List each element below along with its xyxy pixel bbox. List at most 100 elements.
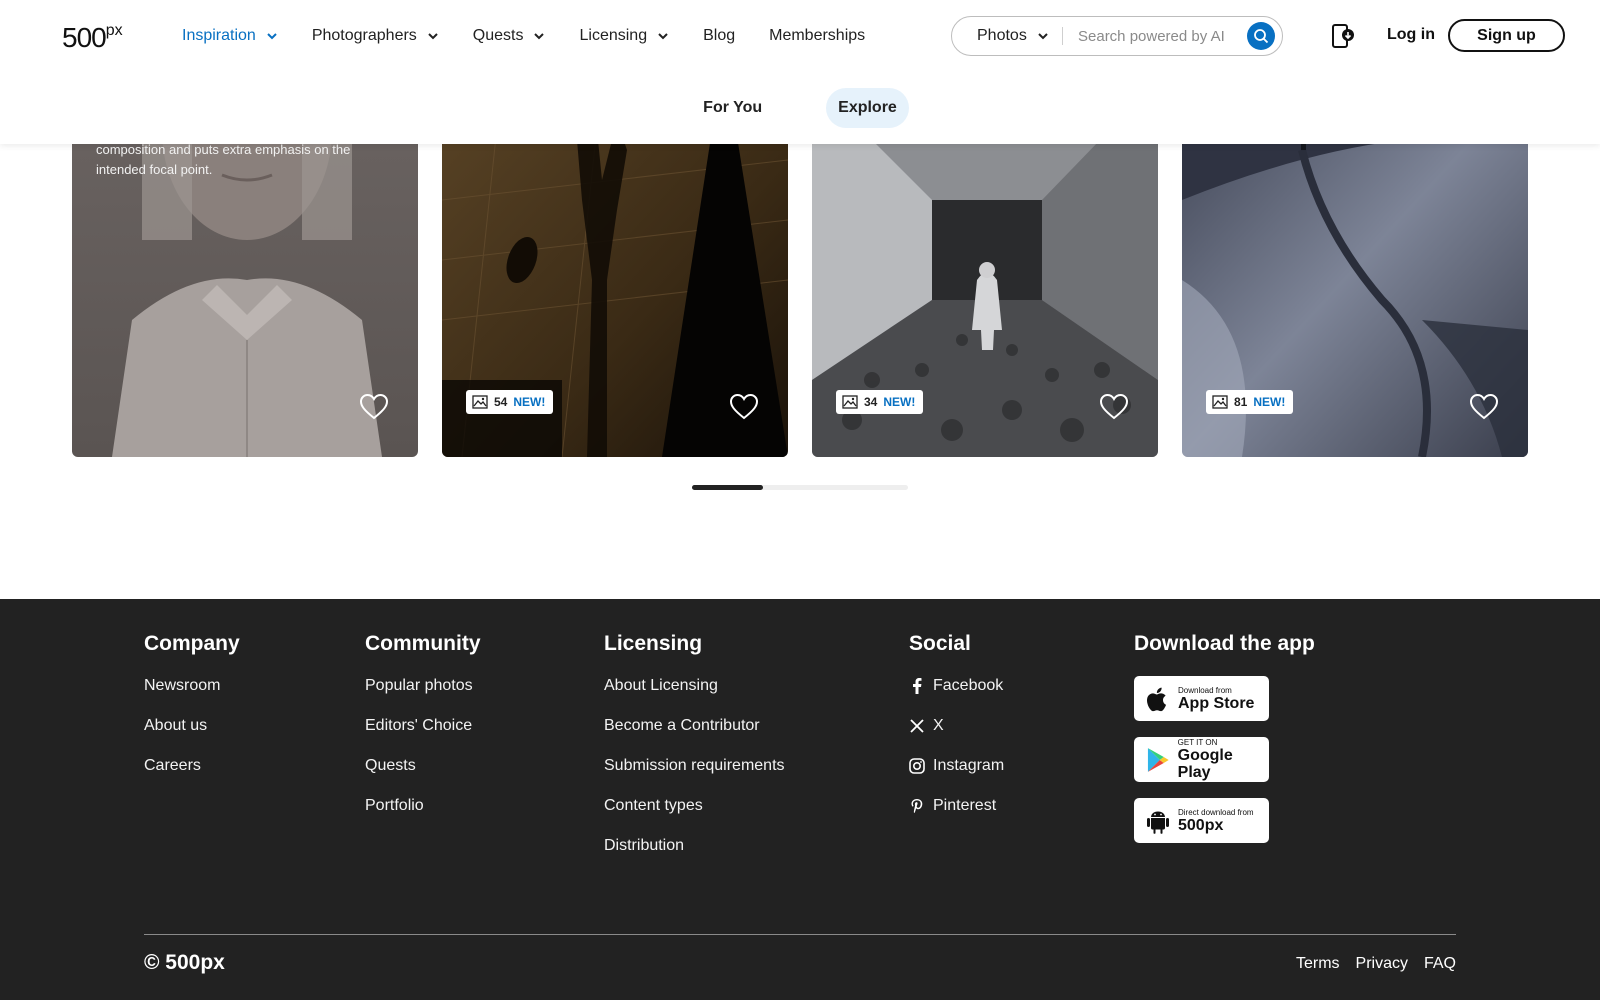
footer-social: Social Facebook X Instagram Pinterest bbox=[909, 632, 1004, 836]
search-button[interactable] bbox=[1247, 22, 1275, 50]
chevron-down-icon bbox=[428, 33, 438, 40]
photo-count: 54 bbox=[494, 395, 508, 409]
nav-label: Memberships bbox=[769, 27, 866, 44]
footer-link-become-contributor[interactable]: Become a Contributor bbox=[604, 716, 785, 736]
footer-link-editors-choice[interactable]: Editors' Choice bbox=[365, 716, 481, 736]
facebook-icon bbox=[913, 678, 922, 694]
footer-link-careers[interactable]: Careers bbox=[144, 756, 240, 776]
photo-count-badge: 34 NEW! bbox=[836, 390, 924, 414]
badge-small-text: Direct download from bbox=[1178, 807, 1254, 817]
legal-links: Terms Privacy FAQ bbox=[1296, 955, 1456, 973]
nav-label: Licensing bbox=[579, 27, 648, 44]
nav-label: Quests bbox=[472, 27, 524, 44]
heart-icon[interactable] bbox=[1470, 394, 1498, 420]
search-type-dropdown[interactable]: Photos bbox=[952, 27, 1062, 45]
footer-link-distribution[interactable]: Distribution bbox=[604, 836, 785, 856]
footer-link-terms[interactable]: Terms bbox=[1296, 955, 1340, 973]
badge-big-text: Google Play bbox=[1177, 747, 1233, 781]
badge-big-text: 500px bbox=[1178, 816, 1224, 834]
nav-licensing[interactable]: Licensing bbox=[579, 27, 669, 45]
photo-count-badge: 54 NEW! bbox=[466, 390, 554, 414]
footer-heading: Company bbox=[144, 632, 240, 655]
new-label: NEW! bbox=[883, 395, 916, 409]
copyright: © 500px bbox=[144, 951, 225, 974]
main-nav: Inspiration Photographers Quests Licensi… bbox=[182, 24, 899, 48]
badge-small-text: Download from bbox=[1178, 685, 1232, 695]
tab-for-you[interactable]: For You bbox=[691, 88, 774, 128]
app-store-badge[interactable]: Download from App Store bbox=[1134, 676, 1269, 721]
nav-quests[interactable]: Quests bbox=[473, 27, 546, 45]
footer-company: Company Newsroom About us Careers bbox=[144, 632, 240, 796]
footer-link-privacy[interactable]: Privacy bbox=[1356, 955, 1408, 973]
new-label: NEW! bbox=[513, 395, 546, 409]
footer-link-content-types[interactable]: Content types bbox=[604, 796, 785, 816]
instagram-icon bbox=[909, 758, 925, 774]
gallery-image-icon bbox=[842, 395, 858, 409]
android-icon bbox=[1147, 811, 1169, 834]
photo-count-badge: 81 NEW! bbox=[1206, 390, 1294, 414]
nav-label: Inspiration bbox=[182, 27, 256, 44]
footer-licensing: Licensing About Licensing Become a Contr… bbox=[604, 632, 785, 876]
footer-link-instagram[interactable]: Instagram bbox=[909, 756, 1004, 776]
footer-link-popular-photos[interactable]: Popular photos bbox=[365, 676, 481, 696]
signup-button[interactable]: Sign up bbox=[1448, 19, 1565, 52]
footer-link-portfolio[interactable]: Portfolio bbox=[365, 796, 481, 816]
photo-description: composition and puts extra emphasis on t… bbox=[96, 142, 351, 177]
direct-download-badge[interactable]: Direct download from 500px bbox=[1134, 798, 1269, 843]
nav-memberships[interactable]: Memberships bbox=[769, 27, 865, 45]
footer-heading: Licensing bbox=[604, 632, 703, 655]
social-label: Instagram bbox=[933, 757, 1005, 774]
apple-icon bbox=[1147, 687, 1167, 711]
photo-count: 81 bbox=[1234, 395, 1248, 409]
footer-link-submission-requirements[interactable]: Submission requirements bbox=[604, 756, 785, 776]
pinterest-icon bbox=[911, 799, 923, 813]
chevron-down-icon bbox=[267, 33, 277, 40]
nav-inspiration[interactable]: Inspiration bbox=[182, 27, 278, 45]
search-icon bbox=[1254, 29, 1269, 44]
tab-explore[interactable]: Explore bbox=[826, 88, 909, 128]
footer-link-about-us[interactable]: About us bbox=[144, 716, 240, 736]
footer-link-faq[interactable]: FAQ bbox=[1424, 955, 1456, 973]
social-label: Pinterest bbox=[933, 797, 997, 814]
search-type-label: Photos bbox=[977, 27, 1027, 44]
heart-icon[interactable] bbox=[1100, 394, 1128, 420]
heart-icon[interactable] bbox=[360, 394, 388, 420]
footer-heading: Social bbox=[909, 632, 971, 655]
chevron-down-icon bbox=[1038, 33, 1048, 40]
footer-link-pinterest[interactable]: Pinterest bbox=[909, 796, 1004, 816]
footer-heading: Download the app bbox=[1134, 632, 1315, 655]
footer-app: Download the app Download from App Store… bbox=[1134, 632, 1315, 859]
heart-icon[interactable] bbox=[730, 394, 758, 420]
chevron-down-icon bbox=[658, 33, 668, 40]
nav-blog[interactable]: Blog bbox=[703, 27, 735, 45]
footer-link-quests[interactable]: Quests bbox=[365, 756, 481, 776]
nav-label: Blog bbox=[703, 27, 736, 44]
footer-link-facebook[interactable]: Facebook bbox=[909, 676, 1004, 696]
badge-small-text: GET IT ON bbox=[1177, 738, 1218, 747]
footer-link-newsroom[interactable]: Newsroom bbox=[144, 676, 240, 696]
google-play-badge[interactable]: GET IT ON Google Play bbox=[1134, 737, 1269, 782]
chevron-down-icon bbox=[534, 33, 545, 40]
badge-big-text: App Store bbox=[1178, 694, 1255, 712]
footer-link-about-licensing[interactable]: About Licensing bbox=[604, 676, 785, 696]
nav-label: Photographers bbox=[311, 27, 417, 44]
site-footer: Company Newsroom About us Careers Commun… bbox=[0, 599, 1600, 1000]
feed-tabs: For You Explore bbox=[0, 88, 1600, 128]
search-divider bbox=[1062, 27, 1063, 45]
login-button[interactable]: Log in bbox=[1387, 26, 1435, 44]
social-label: Facebook bbox=[933, 677, 1004, 694]
x-icon bbox=[910, 719, 924, 733]
footer-heading: Community bbox=[365, 632, 481, 655]
carousel-scrollbar[interactable] bbox=[692, 485, 908, 490]
search-input[interactable] bbox=[1078, 27, 1253, 45]
500px-logo[interactable]: 500px bbox=[62, 22, 123, 54]
new-label: NEW! bbox=[1253, 395, 1286, 409]
footer-link-x[interactable]: X bbox=[909, 716, 1004, 736]
carousel-scrollbar-thumb[interactable] bbox=[692, 485, 764, 490]
footer-divider bbox=[144, 934, 1456, 935]
gallery-image-icon bbox=[472, 395, 488, 409]
social-label: X bbox=[933, 717, 944, 734]
nav-photographers[interactable]: Photographers bbox=[312, 27, 439, 45]
photo-count: 34 bbox=[864, 395, 878, 409]
upload-icon[interactable] bbox=[1331, 22, 1355, 50]
